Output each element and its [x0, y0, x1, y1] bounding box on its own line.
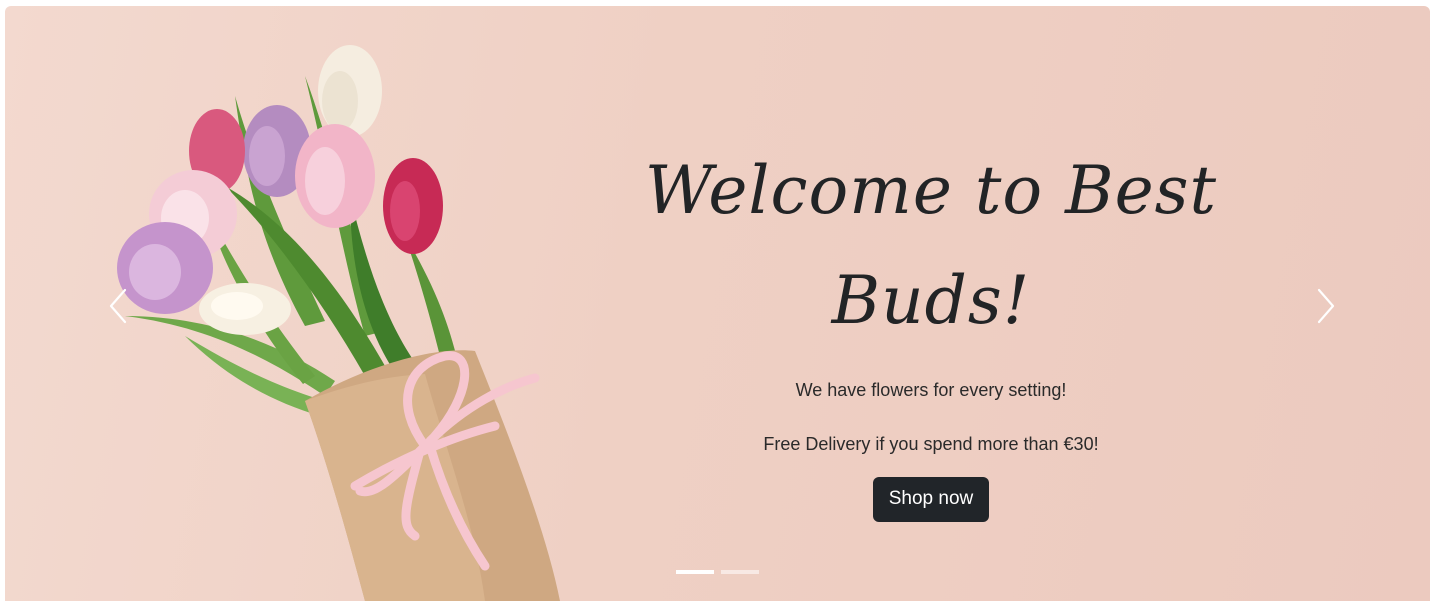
carousel-indicator-1[interactable]: [676, 570, 714, 574]
carousel-next-button[interactable]: [1307, 286, 1347, 326]
chevron-right-icon: [1317, 288, 1335, 324]
hero-title: Welcome to Best Buds!: [644, 152, 1218, 339]
tulip-bouquet-image: [117, 45, 560, 601]
chevron-left-icon: [109, 288, 127, 324]
hero-caption: Welcome to Best Buds! We have flowers fo…: [565, 136, 1297, 522]
carousel-prev-button[interactable]: [101, 286, 141, 326]
carousel-slide: Welcome to Best Buds! We have flowers fo…: [5, 6, 1430, 601]
hero-carousel: Welcome to Best Buds! We have flowers fo…: [5, 6, 1430, 601]
shop-now-button[interactable]: Shop now: [872, 477, 990, 522]
hero-promo: Free Delivery if you spend more than €30…: [763, 434, 1099, 454]
hero-subtitle: We have flowers for every setting!: [795, 380, 1067, 400]
carousel-indicators: [676, 570, 759, 574]
carousel-indicator-2[interactable]: [721, 570, 759, 574]
